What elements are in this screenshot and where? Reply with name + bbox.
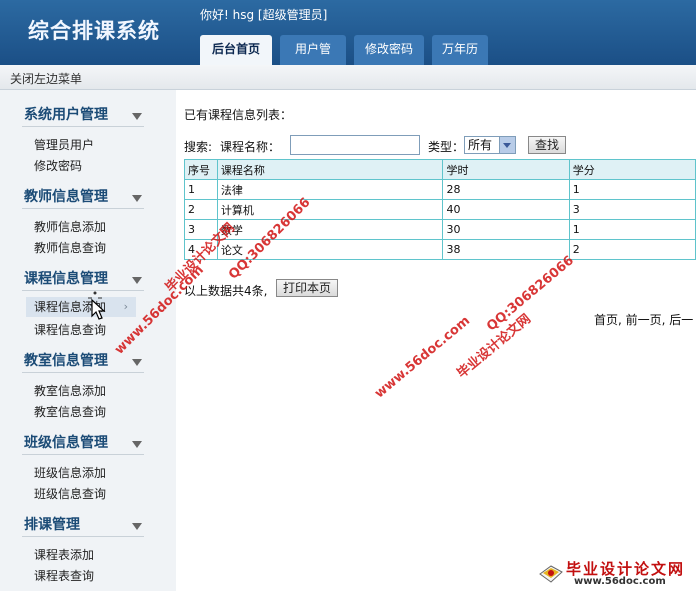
- table-cell: 40: [442, 199, 570, 220]
- section-divider: [22, 290, 144, 291]
- sidebar-item-schedule-query[interactable]: 课程表查询: [34, 567, 94, 584]
- menu-toggle-bar: 关闭左边菜单: [0, 65, 696, 90]
- sidebar-section-scheduling[interactable]: 排课管理: [24, 514, 80, 534]
- column-header: 学分: [568, 159, 696, 180]
- table-cell: 38: [442, 239, 570, 260]
- record-count-text: 以上数据共4条,: [184, 284, 268, 298]
- tab-change-password[interactable]: 修改密码: [354, 35, 424, 65]
- site-logo: 毕业设计论文网 www.56doc.com: [536, 556, 696, 591]
- search-button[interactable]: 查找: [528, 136, 567, 154]
- chevron-down-icon[interactable]: [132, 441, 142, 448]
- chevron-down-icon[interactable]: [132, 113, 142, 120]
- table-cell: 2: [184, 199, 218, 220]
- search-label: 搜索:: [184, 140, 213, 154]
- sidebar-item-class-query[interactable]: 班级信息查询: [34, 485, 106, 502]
- table-cell: 30: [442, 219, 570, 240]
- sidebar-section-system-users[interactable]: 系统用户管理: [24, 104, 108, 124]
- sidebar-item-change-password[interactable]: 修改密码: [34, 157, 82, 174]
- sidebar-item-teacher-query[interactable]: 教师信息查询: [34, 239, 106, 256]
- column-header: 课程名称: [216, 159, 444, 180]
- table-cell: 3: [568, 199, 696, 220]
- table-cell: 法律: [216, 179, 444, 200]
- type-label: 类型：: [428, 140, 465, 154]
- sidebar-section-course-info[interactable]: 课程信息管理: [24, 268, 108, 288]
- chevron-down-icon[interactable]: [132, 195, 142, 202]
- table-cell: 数学: [216, 219, 444, 240]
- chevron-down-icon[interactable]: [132, 359, 142, 366]
- sidebar-section-teacher-info[interactable]: 教师信息管理: [24, 186, 108, 206]
- section-divider: [22, 454, 144, 455]
- type-select-value: 所有: [468, 138, 493, 152]
- column-header: 序号: [184, 159, 218, 180]
- table-cell: 1: [568, 179, 696, 200]
- table-cell: 28: [442, 179, 570, 200]
- sidebar-item-class-add[interactable]: 班级信息添加: [34, 464, 106, 481]
- table-cell: 2: [568, 239, 696, 260]
- header-bar: 综合排课系统 你好! hsg [超级管理员] 后台首页 用户管理 修改密码 万年…: [0, 0, 696, 84]
- course-name-label: 课程名称：: [220, 140, 281, 154]
- table-row: 1 法律 28 1: [184, 179, 696, 200]
- mouse-cursor-icon: [88, 291, 106, 320]
- logo-url: www.56doc.com: [574, 576, 666, 587]
- section-divider: [22, 536, 144, 537]
- column-header: 学时: [442, 159, 570, 180]
- table-cell: 1: [184, 179, 218, 200]
- pagination[interactable]: 首页, 前一页, 后一: [594, 311, 693, 328]
- chevron-right-icon: ›: [123, 300, 128, 313]
- table-cell: 1: [568, 219, 696, 240]
- sidebar-section-class-info[interactable]: 班级信息管理: [24, 432, 108, 452]
- sidebar-item-schedule-add[interactable]: 课程表添加: [34, 546, 94, 563]
- chevron-down-icon[interactable]: [132, 523, 142, 530]
- sidebar: 系统用户管理 管理员用户 修改密码 教师信息管理 教师信息添加 教师信息查询 课…: [0, 90, 176, 591]
- sidebar-item-teacher-add[interactable]: 教师信息添加: [34, 218, 106, 235]
- app-title: 综合排课系统: [28, 19, 160, 43]
- tab-calendar[interactable]: 万年历: [432, 35, 488, 65]
- sidebar-item-course-add[interactable]: 课程信息添加 ›: [26, 297, 136, 317]
- sidebar-section-classroom-info[interactable]: 教室信息管理: [24, 350, 108, 370]
- page-title: 已有课程信息列表：: [184, 108, 293, 122]
- print-page-button[interactable]: 打印本页: [276, 279, 339, 297]
- tab-home[interactable]: 后台首页: [200, 35, 272, 65]
- section-divider: [22, 372, 144, 373]
- section-divider: [22, 208, 144, 209]
- tab-user-management[interactable]: 用户管理: [280, 35, 346, 84]
- sidebar-item-classroom-query[interactable]: 教室信息查询: [34, 403, 106, 420]
- book-icon: [539, 565, 563, 583]
- section-divider: [22, 126, 144, 127]
- user-greeting: 你好! hsg [超级管理员]: [200, 8, 328, 22]
- chevron-down-icon[interactable]: [132, 277, 142, 284]
- type-select[interactable]: 所有: [464, 136, 516, 154]
- table-row: 2 计算机 40 3: [184, 199, 696, 220]
- sidebar-item-admin-users[interactable]: 管理员用户: [34, 136, 94, 153]
- sidebar-item-classroom-add[interactable]: 教室信息添加: [34, 382, 106, 399]
- table-cell: 计算机: [216, 199, 444, 220]
- sidebar-item-course-query[interactable]: 课程信息查询: [34, 321, 106, 338]
- course-name-input[interactable]: [290, 135, 420, 155]
- close-left-menu-link[interactable]: 关闭左边菜单: [10, 70, 82, 87]
- table-header-row: 序号 课程名称 学时 学分: [184, 159, 696, 180]
- chevron-down-icon[interactable]: [499, 137, 515, 153]
